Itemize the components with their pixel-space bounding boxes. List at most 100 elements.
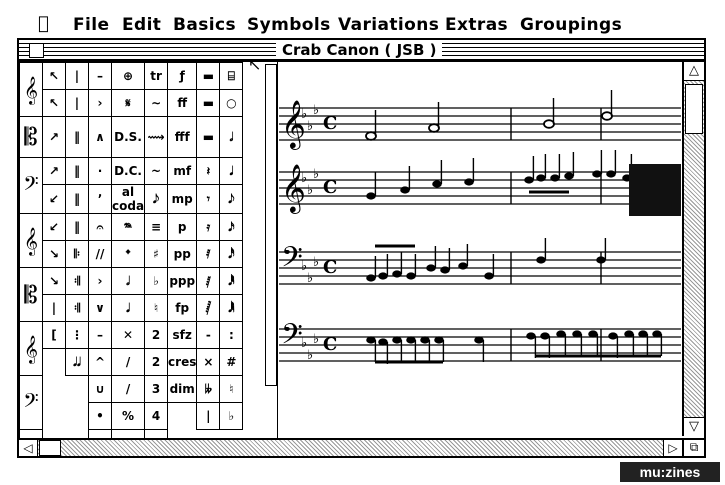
palette-symbol-6-1[interactable]: 𝄆: [65, 240, 89, 268]
palette-symbol-2-4[interactable]: ⟿: [144, 116, 169, 158]
vertical-scrollbar[interactable]: △ ▽: [682, 62, 704, 436]
palette-symbol-5-2[interactable]: 𝄐: [88, 213, 112, 241]
palette-symbol-8-0[interactable]: |: [42, 294, 66, 322]
palette-symbol-7-7[interactable]: 𝅘𝅥𝅱: [219, 267, 244, 295]
palette-clef-3[interactable]: 𝄞: [19, 213, 43, 268]
palette-symbol-7-1[interactable]: 𝄇: [65, 267, 89, 295]
palette-symbol-7-4[interactable]: ♭: [144, 267, 169, 295]
palette-symbol-12-7[interactable]: ♭: [219, 402, 244, 430]
palette-symbol-9-6[interactable]: -: [196, 321, 221, 349]
menu-edit[interactable]: Edit: [122, 15, 161, 35]
palette-symbol-6-5[interactable]: pp: [167, 240, 198, 268]
palette-symbol-5-4[interactable]: ≡: [144, 213, 169, 241]
palette-symbol-9-2[interactable]: –: [88, 321, 112, 349]
palette-symbol-2-2[interactable]: ∧: [88, 116, 112, 158]
palette-symbol-1-2[interactable]: ›: [88, 89, 112, 117]
palette-clef-6[interactable]: 𝄢: [19, 375, 43, 430]
palette-symbol-7-3[interactable]: 𝅗𝅥: [110, 267, 146, 295]
palette-symbol-9-4[interactable]: 2: [144, 321, 169, 349]
palette-symbol-11-3[interactable]: /: [110, 375, 146, 403]
palette-symbol-10-3[interactable]: /: [110, 348, 146, 376]
palette-clef-4[interactable]: 𝄡: [19, 267, 43, 322]
score-area[interactable]: 𝄞 ♭ ♭ ♭ C 𝄞 ♭ ♭ ♭ C 𝄢 ♭ ♭ ♭ C 𝄢 ♭ ♭ ♭ C: [279, 64, 681, 436]
scroll-down-arrow-icon[interactable]: ▽: [684, 417, 704, 436]
palette-symbol-6-7[interactable]: 𝅘𝅥𝅰: [219, 240, 244, 268]
menu-file[interactable]: File: [73, 15, 109, 35]
palette-symbol-12-2[interactable]: •: [88, 402, 112, 430]
horizontal-scrollbar[interactable]: ◁ ▷: [19, 438, 682, 456]
palette-symbol-10-7[interactable]: #: [219, 348, 244, 376]
score-canvas[interactable]: 𝄞♭♭♭C𝄞♭♭♭C𝄢♭♭♭ C𝄢♭♭♭ C: [279, 64, 681, 436]
palette-symbol-2-3[interactable]: D.S.: [110, 116, 146, 158]
palette-symbol-9-0[interactable]: [: [42, 321, 66, 349]
palette-symbol-0-7[interactable]: ⌸: [219, 62, 244, 90]
palette-symbol-5-0[interactable]: ↙: [42, 213, 66, 241]
palette-symbol-1-1[interactable]: |: [65, 89, 89, 117]
palette-symbol-7-2[interactable]: ›: [88, 267, 112, 295]
menu-basics[interactable]: Basics: [173, 15, 236, 35]
palette-symbol-11-4[interactable]: 3: [144, 375, 169, 403]
palette-symbol-0-3[interactable]: ⊕: [110, 62, 146, 90]
palette-symbol-5-7[interactable]: 𝅘𝅥𝅯: [219, 213, 244, 241]
palette-symbol-8-4[interactable]: ♮: [144, 294, 169, 322]
menu-symbols[interactable]: Symbols: [247, 15, 331, 35]
menu-variations[interactable]: Variations: [338, 15, 439, 35]
palette-symbol-1-7[interactable]: ○: [219, 89, 244, 117]
palette-symbol-7-6[interactable]: 𝅁: [196, 267, 221, 295]
horizontal-scroll-thumb[interactable]: [39, 440, 61, 456]
scroll-left-arrow-icon[interactable]: ◁: [19, 440, 38, 456]
palette-symbol-4-7[interactable]: 𝅘𝅥𝅮: [219, 184, 244, 214]
palette-symbol-4-4[interactable]: 𝅘𝅥𝅮: [144, 184, 169, 214]
palette-symbol-4-0[interactable]: ↙: [42, 184, 66, 214]
palette-symbol-2-5[interactable]: fff: [167, 116, 198, 158]
palette-symbol-3-3[interactable]: D.C.: [110, 157, 146, 185]
palette-symbol-1-5[interactable]: ff: [167, 89, 198, 117]
palette-symbol-13-2[interactable]: +: [88, 429, 112, 438]
title-bar[interactable]: Crab Canon ( JSB ): [19, 40, 704, 62]
palette-symbol-9-7[interactable]: :: [219, 321, 244, 349]
palette-clef-2[interactable]: 𝄢: [19, 157, 43, 214]
palette-symbol-9-1[interactable]: ⋮: [65, 321, 89, 349]
palette-symbol-1-0[interactable]: ↖: [42, 89, 66, 117]
menu-extras[interactable]: Extras: [445, 15, 508, 35]
palette-symbol-12-4[interactable]: 4: [144, 402, 169, 430]
palette-symbol-3-2[interactable]: ·: [88, 157, 112, 185]
palette-symbol-5-1[interactable]: ‖: [65, 213, 89, 241]
palette-symbol-7-0[interactable]: ↘: [42, 267, 66, 295]
palette-symbol-0-4[interactable]: tr: [144, 62, 169, 90]
close-box[interactable]: [29, 43, 44, 58]
apple-menu-icon[interactable]: : [38, 13, 49, 34]
size-box-icon[interactable]: ⧉: [682, 438, 704, 456]
scroll-up-arrow-icon[interactable]: △: [684, 62, 704, 81]
palette-clef-0[interactable]: 𝄞: [19, 62, 43, 117]
palette-symbol-0-5[interactable]: ƒ: [167, 62, 198, 90]
palette-symbol-13-4[interactable]: 5: [144, 429, 169, 438]
palette-symbol-10-2[interactable]: ^: [88, 348, 112, 376]
palette-symbol-3-4[interactable]: ~: [144, 157, 169, 185]
palette-symbol-10-6[interactable]: ×: [196, 348, 221, 376]
palette-symbol-12-6[interactable]: |: [196, 402, 221, 430]
palette-symbol-9-3[interactable]: ✕: [110, 321, 146, 349]
palette-symbol-6-6[interactable]: 𝅀: [196, 240, 221, 268]
palette-clef-7[interactable]: ▯: [19, 429, 43, 438]
palette-symbol-6-2[interactable]: //: [88, 240, 112, 268]
palette-symbol-6-4[interactable]: ♯: [144, 240, 169, 268]
palette-symbol-10-5[interactable]: cres: [167, 348, 198, 376]
palette-symbol-4-5[interactable]: mp: [167, 184, 198, 214]
palette-symbol-3-1[interactable]: ‖: [65, 157, 89, 185]
palette-symbol-11-2[interactable]: ∪: [88, 375, 112, 403]
palette-symbol-5-6[interactable]: 𝄿: [196, 213, 221, 241]
palette-symbol-3-5[interactable]: mf: [167, 157, 198, 185]
palette-symbol-4-2[interactable]: ʼ: [88, 184, 112, 214]
palette-symbol-4-3[interactable]: al coda: [110, 184, 146, 214]
palette-symbol-5-5[interactable]: p: [167, 213, 198, 241]
palette-clef-5[interactable]: 𝄞: [19, 321, 43, 376]
palette-symbol-3-7[interactable]: 𝅘𝅥: [219, 157, 244, 185]
palette-symbol-2-0[interactable]: ↗: [42, 116, 66, 158]
palette-symbol-1-6[interactable]: ▬: [196, 89, 221, 117]
palette-symbol-2-7[interactable]: 𝅗𝅥: [219, 116, 244, 158]
palette-symbol-12-3[interactable]: %: [110, 402, 146, 430]
palette-symbol-11-5[interactable]: dim: [167, 375, 198, 403]
palette-symbol-6-3[interactable]: 𝄌: [110, 240, 146, 268]
palette-symbol-11-6[interactable]: 𝄫: [196, 375, 221, 403]
